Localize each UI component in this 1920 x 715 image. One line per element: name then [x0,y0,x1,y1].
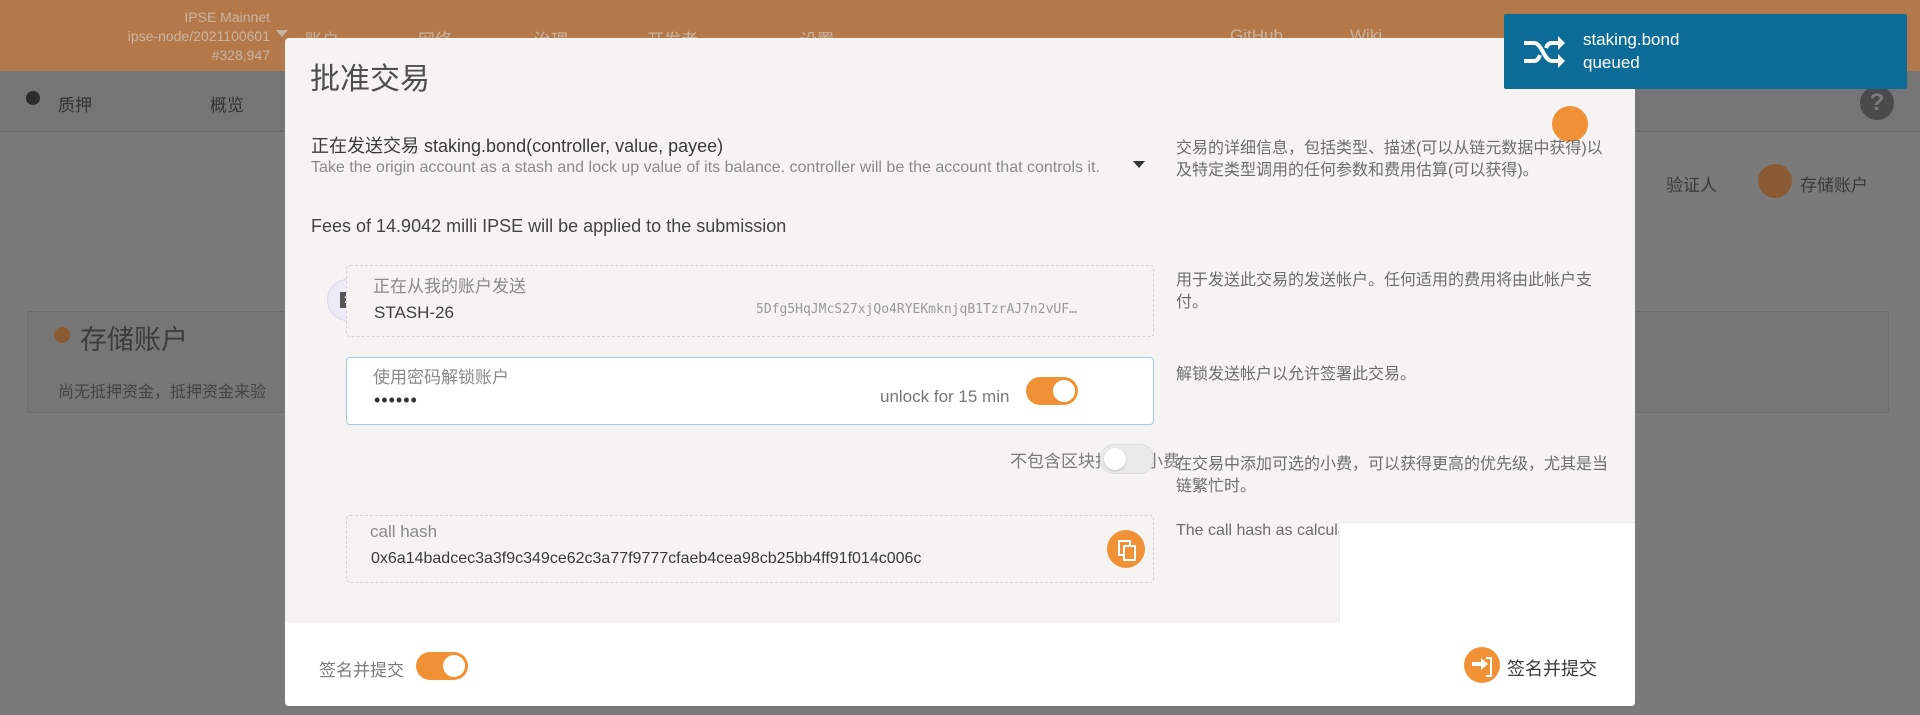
tab-overview[interactable]: 概览 [210,91,244,116]
copy-button[interactable] [1107,530,1145,568]
modal-footer [285,623,1635,706]
toast-title: staking.bond [1583,30,1680,49]
expand-caret-icon[interactable] [1133,161,1145,168]
close-icon[interactable] [1552,106,1588,142]
submit-label: 签名并提交 [1507,659,1597,679]
node-version: ipse-node/2021100601 [127,28,270,44]
card-dot-icon [54,327,70,343]
sender-help: 用于发送此交易的发送帐户。任何适用的费用将由此帐户支付。 [1176,272,1593,311]
sender-label: 正在从我的账户发送 [373,277,526,296]
staking-icon [26,91,40,105]
add-stash-button[interactable]: 存储账户 [1800,171,1868,196]
section-title: 质押 [58,96,92,115]
tip-toggle[interactable] [1100,444,1154,474]
password-label: 使用密码解锁账户 [373,368,509,387]
call-hash-value: 0x6a14badcec3a3f9c349ce62c3a77f9777cfaeb… [371,550,922,567]
shuffle-icon [1524,36,1565,68]
call-hash-field: call hash 0x6a14badcec3a3f9c349ce62c3a77… [346,515,1154,583]
call-hash-label: call hash [370,522,438,541]
approve-transaction-modal: 批准交易 正在发送交易 staking.bond(controller, val… [285,38,1635,706]
toggle-knob [443,655,465,677]
modal-title: 批准交易 [310,63,430,96]
card-text: 尚无抵押资金，抵押资金来验 [58,384,267,401]
notification-toast[interactable]: staking.bond queued [1504,14,1907,89]
tip-help: 在交易中添加可选的小费，可以获得更高的优先级，尤其是当链繁忙时。 [1176,456,1609,495]
toggle-knob [1053,380,1075,402]
help-icon[interactable]: ? [1860,86,1894,120]
unlock-toggle[interactable] [1026,377,1078,405]
password-help: 解锁发送帐户以允许签署此交易。 [1176,366,1417,383]
card-title: 存储账户 [80,325,188,355]
sender-account-field[interactable]: 正在从我的账户发送 STASH-26 5Dfg5HqJMcS27xjQo4RYE… [346,265,1154,337]
sender-address: 5Dfg5HqJMcS27xjQo4RYEKmknjqB1TzrAJ7n2vUF… [756,302,1077,317]
transaction-call: 正在发送交易 staking.bond(controller, value, p… [311,136,724,156]
transaction-description: Take the origin account as a stash and l… [311,159,1100,176]
add-icon [1758,164,1792,198]
add-validator-button[interactable]: 验证人 [1666,171,1717,196]
sign-toggle[interactable] [416,652,468,680]
password-field[interactable]: 使用密码解锁账户 •••••• unlock for 15 min [346,357,1154,425]
sender-name: STASH-26 [374,303,454,322]
chain-name: IPSE Mainnet [184,9,270,25]
fees-info: Fees of 14.9042 milli IPSE will be appli… [311,216,787,236]
toggle-knob [1104,448,1126,470]
block-number: #328,947 [211,47,270,63]
chain-selector[interactable]: IPSE Mainnet ipse-node/2021100601 #328,9… [70,8,288,65]
sign-in-icon [1464,647,1500,683]
chevron-down-icon [276,30,288,37]
unlock-duration-label: unlock for 15 min [880,387,1010,406]
password-input[interactable]: •••••• [374,390,418,411]
toast-status: queued [1583,53,1640,72]
transaction-help: 交易的详细信息，包括类型、描述(可以从链元数据中获得)以及特定类型调用的任何参数… [1176,140,1603,179]
sign-toggle-label: 签名并提交 [319,661,404,680]
